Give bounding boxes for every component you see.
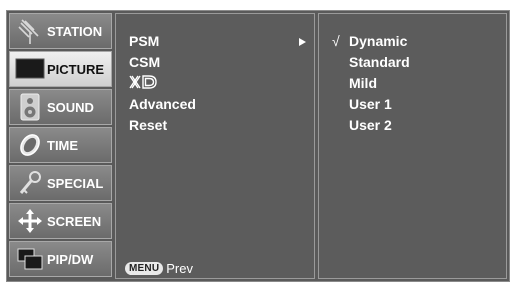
menu-item-reset[interactable]: Reset <box>129 117 167 133</box>
antenna-icon <box>13 16 47 46</box>
category-pip-dw[interactable]: PIP/DW <box>9 241 112 277</box>
category-label: SPECIAL <box>47 175 104 191</box>
submenu-arrow-icon <box>299 38 306 46</box>
category-time[interactable]: TIME <box>9 127 112 163</box>
menu-key-badge: MENU <box>125 262 164 275</box>
move-arrows-icon <box>13 206 47 236</box>
category-label: STATION <box>47 23 103 39</box>
psm-option-user2[interactable]: User 2 <box>349 117 392 133</box>
psm-option-dynamic[interactable]: Dynamic <box>349 33 407 49</box>
category-special[interactable]: SPECIAL <box>9 165 112 201</box>
pip-window-icon <box>13 244 47 274</box>
checkmark-icon: √ <box>332 33 340 49</box>
category-label: TIME <box>47 137 79 153</box>
footer-hint: MENU Prev <box>125 261 193 276</box>
picture-menu: PSM CSM Advanced Reset MENU Prev <box>115 13 315 279</box>
xd-logo-icon <box>129 75 157 89</box>
tv-screen-icon <box>13 54 47 84</box>
clock-icon <box>13 130 47 160</box>
category-label: PIP/DW <box>47 251 94 267</box>
psm-option-standard[interactable]: Standard <box>349 54 410 70</box>
category-picture[interactable]: PICTURE <box>9 51 112 87</box>
speaker-icon <box>13 92 47 122</box>
category-label: SOUND <box>47 99 94 115</box>
category-station[interactable]: STATION <box>9 13 112 49</box>
key-icon <box>13 168 47 198</box>
category-label: SCREEN <box>47 213 102 229</box>
psm-submenu: √ Dynamic Standard Mild User 1 User 2 <box>318 13 507 279</box>
category-column: STATION PICTURE SOUND TIME SPECIAL SCREE… <box>9 13 112 279</box>
menu-item-csm[interactable]: CSM <box>129 54 160 70</box>
psm-option-mild[interactable]: Mild <box>349 75 377 91</box>
footer-label: Prev <box>166 261 193 276</box>
menu-item-advanced[interactable]: Advanced <box>129 96 196 112</box>
category-sound[interactable]: SOUND <box>9 89 112 125</box>
category-screen[interactable]: SCREEN <box>9 203 112 239</box>
tv-osd-menu: STATION PICTURE SOUND TIME SPECIAL SCREE… <box>6 10 510 282</box>
category-label: PICTURE <box>47 61 105 77</box>
menu-item-psm[interactable]: PSM <box>129 33 159 49</box>
menu-item-xd[interactable] <box>129 75 159 92</box>
psm-option-user1[interactable]: User 1 <box>349 96 392 112</box>
